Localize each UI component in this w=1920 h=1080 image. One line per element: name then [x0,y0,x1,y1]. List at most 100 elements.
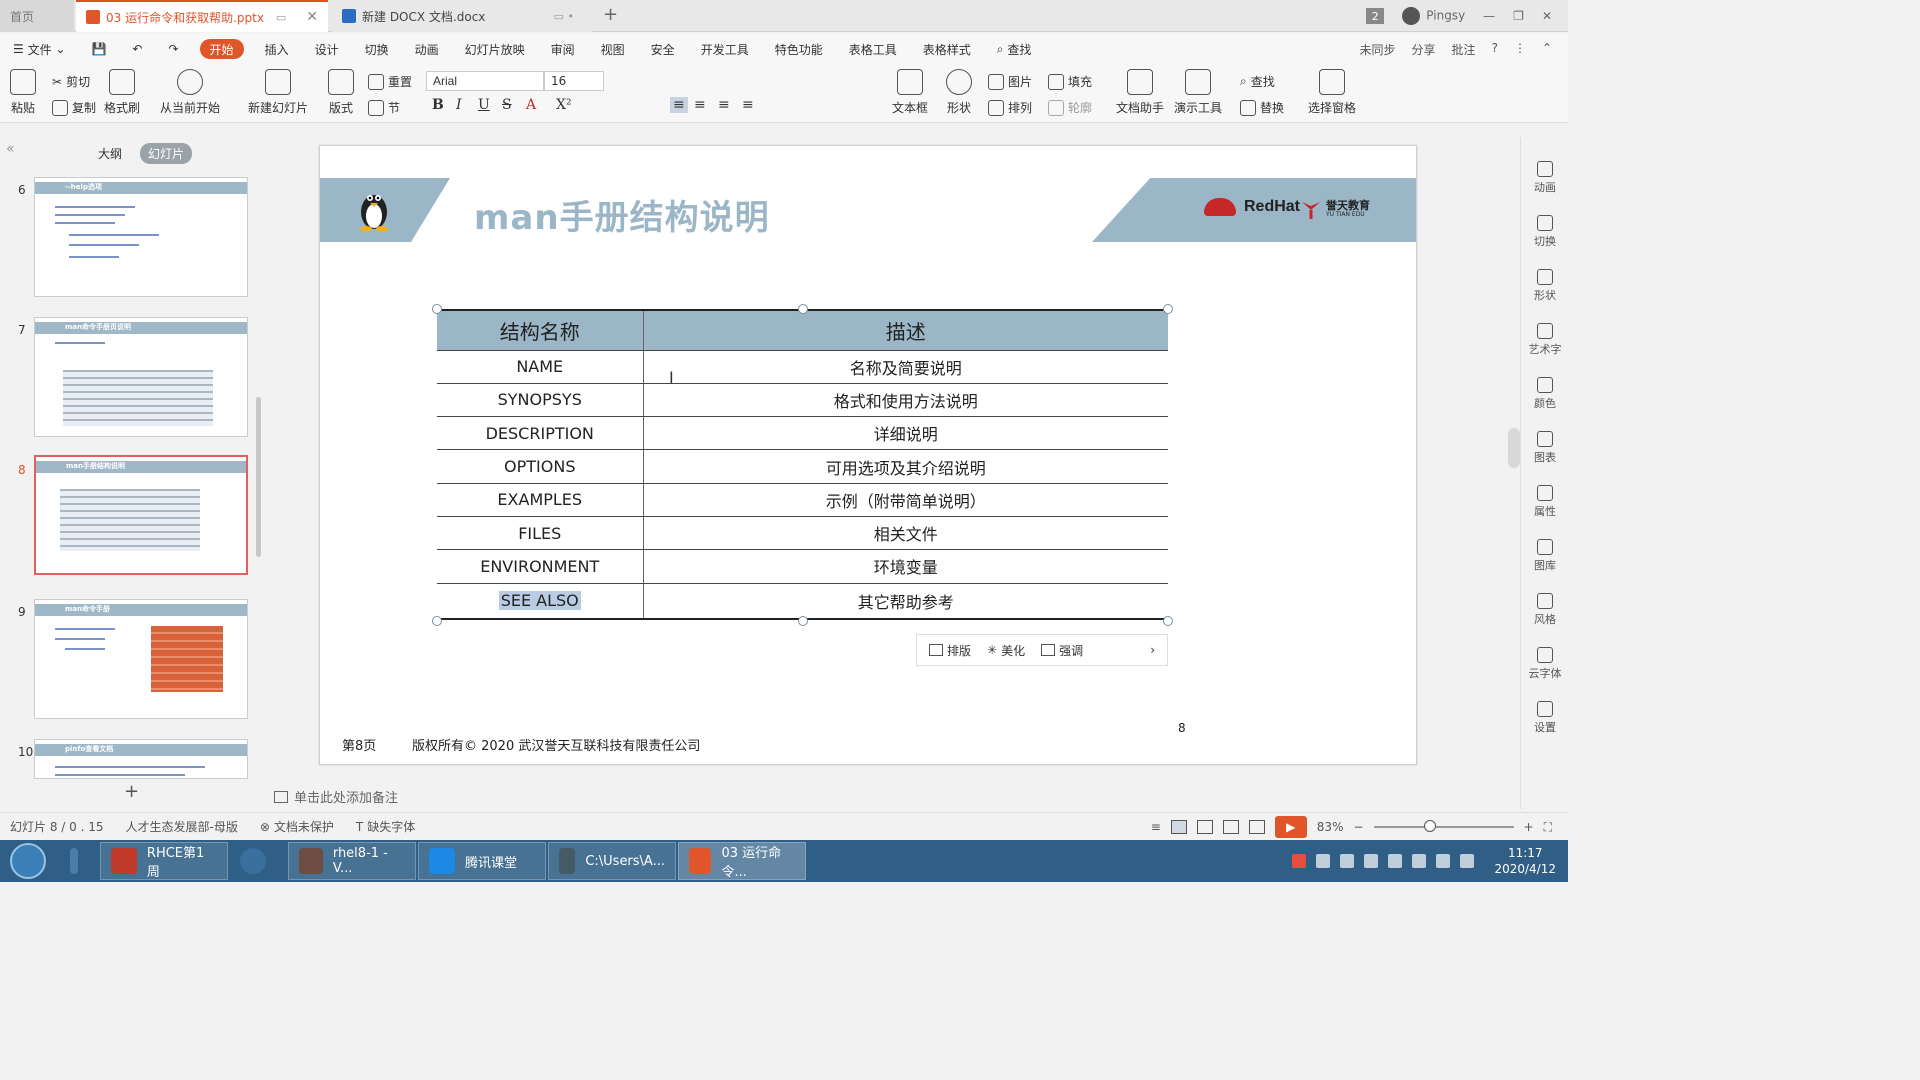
font-size-select[interactable]: 16 [544,71,604,91]
file-menu[interactable]: ☰ 文件 ⌄ [0,33,78,65]
taskbar-pinned-app[interactable] [60,842,98,880]
find-button[interactable]: ⌕ 查找 [1240,73,1275,90]
menu-transition[interactable]: 切换 [352,33,402,65]
description-cell[interactable]: 格式和使用方法说明 [643,383,1168,418]
font-color-icon[interactable]: A [526,97,536,113]
structure-name-cell[interactable]: EXAMPLES [437,483,644,517]
structure-name-cell[interactable]: ENVIRONMENT [437,549,644,584]
taskbar-app-vm[interactable]: rhel8-1 - V... [288,842,416,880]
comment-button[interactable]: 批注 [1452,41,1476,58]
zoom-slider[interactable] [1373,820,1514,832]
sidebar-item-animation[interactable]: 动画 [1521,161,1569,195]
align-left-icon[interactable]: ≡ [670,97,688,113]
fill-button[interactable]: 填充 [1048,73,1092,90]
menu-insert[interactable]: 插入 [252,33,302,65]
quick-save-icon[interactable]: 💾 [78,33,119,65]
fit-window-icon[interactable]: ⛶ [1544,820,1552,835]
start-button[interactable] [10,843,46,879]
tab-home[interactable]: 首页 [0,0,74,32]
minimize-icon[interactable]: — [1483,9,1495,23]
tab-docx-document[interactable]: 新建 DOCX 文档.docx ▭ • [332,0,592,32]
slide-thumbnail-10[interactable]: pinfo查看文档 [34,739,248,779]
slide-title[interactable]: man手册结构说明 [474,190,770,239]
bold-icon[interactable]: B [432,97,444,113]
zoom-level[interactable]: 83% [1317,820,1344,834]
structure-name-cell[interactable]: NAME [437,350,644,384]
menu-slideshow[interactable]: 幻灯片放映 [452,33,538,65]
tab-outline[interactable]: 大纲 [90,143,130,164]
sync-status[interactable]: 未同步 [1360,41,1396,58]
superscript-icon[interactable]: X² [556,97,572,113]
sidebar-item-settings[interactable]: 设置 [1521,701,1569,735]
menu-review[interactable]: 审阅 [538,33,588,65]
slide-canvas[interactable]: man手册结构说明 RedHat 誉天教育 YU TIAN EDU 结构名称 描述… [319,145,1417,765]
thumbnail-scrollbar[interactable] [256,397,261,557]
taskbar-app-explorer[interactable]: C:\Users\A... [548,842,676,880]
user-account[interactable]: Pingsy [1402,7,1465,25]
menu-animation[interactable]: 动画 [402,33,452,65]
zoom-slider-knob[interactable] [1423,820,1436,832]
emphasis-quick-button[interactable]: 强调 [1041,642,1083,659]
shield-icon[interactable] [1340,854,1355,868]
description-cell[interactable]: 相关文件 [643,516,1168,551]
description-cell[interactable]: 示例（附带简单说明） [643,483,1168,517]
from-current-button[interactable]: 从当前开始 [160,69,220,116]
canvas-scrollbar[interactable] [1508,428,1520,468]
undo-icon[interactable]: ↶ [119,33,155,65]
resize-handle[interactable] [798,616,808,626]
menu-view[interactable]: 视图 [588,33,638,65]
structure-name-cell[interactable]: DESCRIPTION [437,416,644,451]
tab-slides[interactable]: 幻灯片 [140,143,193,164]
clock[interactable]: 11:17 2020/4/12 [1494,845,1556,877]
beautify-quick-button[interactable]: ✳ 美化 [987,642,1025,659]
sidebar-item-property[interactable]: 属性 [1521,485,1569,519]
doc-assistant-button[interactable]: 文档助手 [1116,69,1164,116]
taskbar-app-tencent[interactable]: 腾讯课堂 [418,842,546,880]
monitor-icon[interactable]: ▭ • [554,10,574,23]
font-name-select[interactable]: Arial [426,71,544,91]
menu-table-style[interactable]: 表格样式 [910,33,984,65]
restore-icon[interactable]: ❐ [1513,9,1524,23]
tray-icon[interactable] [1364,854,1379,868]
sidebar-item-gallery[interactable]: 图库 [1521,539,1569,573]
reading-view-icon[interactable] [1222,820,1239,834]
network-icon[interactable] [1412,854,1427,868]
menu-start[interactable]: 开始 [199,39,244,59]
menu-table-tools[interactable]: 表格工具 [836,33,910,65]
format-painter-button[interactable]: 格式刷 [104,69,140,116]
select-pane-button[interactable]: 选择窗格 [1308,69,1356,116]
structure-name-cell[interactable]: FILES [437,516,644,551]
tray-icon[interactable] [1388,854,1403,868]
tab-active-document[interactable]: 03 运行命令和获取帮助.pptx ▭ ✕ [76,0,328,32]
search-command[interactable]: ⌕ 查找 [984,33,1045,65]
resize-handle[interactable] [432,304,442,314]
justify-icon[interactable]: ≡ [742,97,754,113]
add-slide-icon[interactable]: + [124,781,139,802]
play-slideshow-button[interactable]: ▶ [1274,816,1307,838]
cut-button[interactable]: ✂ 剪切 [52,73,90,90]
collapse-panel-icon[interactable]: « [6,141,15,157]
more-icon[interactable]: ⋮ [1514,41,1526,58]
normal-view-icon[interactable] [1170,820,1187,834]
align-right-icon[interactable]: ≡ [718,97,730,113]
paste-button[interactable]: 粘贴 [10,69,36,116]
menu-developer[interactable]: 开发工具 [688,33,762,65]
tray-icon[interactable] [1316,854,1331,868]
zoom-in-icon[interactable]: + [1524,820,1534,834]
header-description[interactable]: 描述 [643,309,1168,351]
new-slide-button[interactable]: 新建幻灯片 [248,69,308,116]
layout-button[interactable]: 版式 [328,69,354,116]
man-structure-table[interactable]: 结构名称 描述 NAME 名称及简要说明 SYNOPSYS 格式和使用方法说明 DESC… [437,309,1168,621]
structure-name-cell[interactable]: OPTIONS [437,449,644,484]
description-cell[interactable]: 详细说明 [643,416,1168,451]
shape-button[interactable]: 形状 [946,69,972,116]
sidebar-item-cloud-font[interactable]: 云字体 [1521,647,1569,681]
resize-handle[interactable] [432,616,442,626]
sidebar-item-transition[interactable]: 切换 [1521,215,1569,249]
slide-thumbnail-9[interactable]: man命令手册 [34,599,248,719]
taskbar-app-wps[interactable]: 03 运行命令... [678,842,806,880]
missing-font-status[interactable]: T 缺失字体 [356,818,415,835]
redo-icon[interactable]: ↷ [155,33,191,65]
new-tab-button[interactable]: + [603,4,618,25]
section-button[interactable]: 节 [368,99,400,116]
